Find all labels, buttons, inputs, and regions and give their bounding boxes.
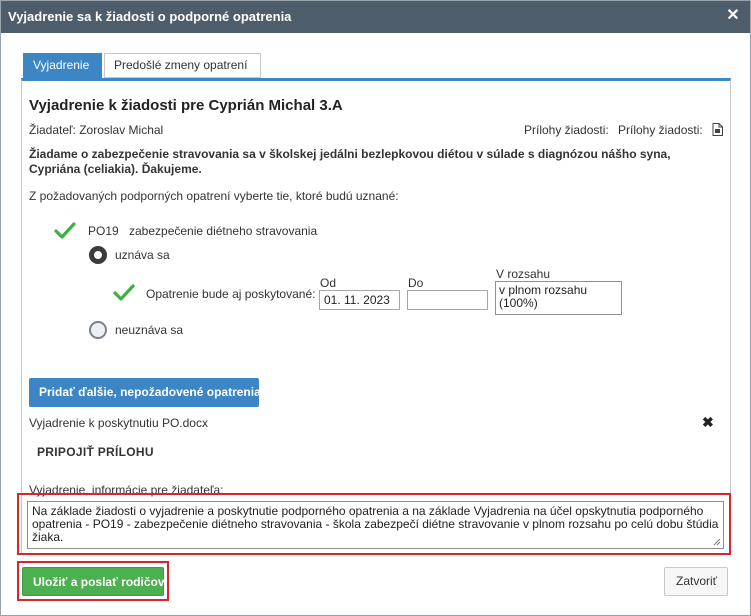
page-title: Vyjadrenie k žiadosti pre Cyprián Michal… [29, 97, 343, 114]
document-icon[interactable] [712, 123, 723, 136]
to-label: Do [408, 276, 424, 290]
dialog-title: Vyjadrenie sa k žiadosti o podporné opat… [8, 9, 292, 24]
applicant-label: Žiadateľ: Zoroslav Michal [29, 123, 164, 137]
remove-file-icon[interactable]: ✖ [702, 414, 714, 431]
request-text: Žiadame o zabezpečenie stravovania sa v … [29, 147, 724, 177]
save-send-button[interactable]: Uložiť a poslať rodičovi [22, 567, 168, 596]
dialog-titlebar: Vyjadrenie sa k žiadosti o podporné opat… [1, 1, 750, 33]
radio-rejected[interactable] [89, 321, 107, 339]
tab-vyjadrenie[interactable]: Vyjadrenie [23, 53, 102, 78]
statement-highlight-frame [17, 493, 731, 555]
radio-accepted[interactable] [89, 246, 107, 264]
close-button[interactable]: Zatvoriť [664, 567, 728, 596]
measure-name: zabezpečenie diétneho stravovania [129, 224, 318, 238]
attachments-label: Prílohy žiadosti: [524, 123, 609, 137]
to-date-input[interactable] [407, 290, 488, 310]
scope-textarea[interactable]: v plnom rozsahu (100%) [495, 281, 622, 315]
check-icon [54, 222, 76, 239]
add-measure-button[interactable]: Pridať ďalšie, nepožadovené opatrenia [29, 378, 261, 407]
provided-label: Opatrenie bude aj poskytované: [146, 287, 316, 301]
attach-file-button[interactable]: PRIPOJIŤ PRÍLOHU [37, 445, 154, 459]
check-icon[interactable] [113, 284, 135, 302]
dialog: Vyjadrenie sa k žiadosti o podporné opat… [0, 0, 751, 616]
attached-file-name[interactable]: Vyjadrenie k poskytnutiu PO.docx [29, 416, 208, 430]
instruction-text: Z požadovaných podporných opatrení vyber… [29, 189, 399, 203]
tab-previous-changes[interactable]: Predošlé zmeny opatrení [104, 53, 261, 78]
request-text-line2: Cypriána (celiakia). Ďakujeme. [29, 162, 202, 176]
attachments-link[interactable]: Prílohy žiadosti: [618, 123, 703, 137]
from-date-input[interactable]: 01. 11. 2023 [319, 290, 400, 310]
radio-rejected-label: neuznáva sa [115, 323, 184, 337]
from-label: Od [320, 276, 337, 290]
tab-panel: Vyjadrenie k žiadosti pre Cyprián Michal… [21, 78, 731, 555]
radio-accepted-label: uznáva sa [115, 248, 170, 262]
measure-code: PO19 [88, 224, 119, 238]
scope-label: V rozsahu [496, 267, 551, 281]
close-icon[interactable]: ✕ [724, 7, 742, 25]
request-text-line1: Žiadame o zabezpečenie stravovania sa v … [29, 147, 671, 161]
